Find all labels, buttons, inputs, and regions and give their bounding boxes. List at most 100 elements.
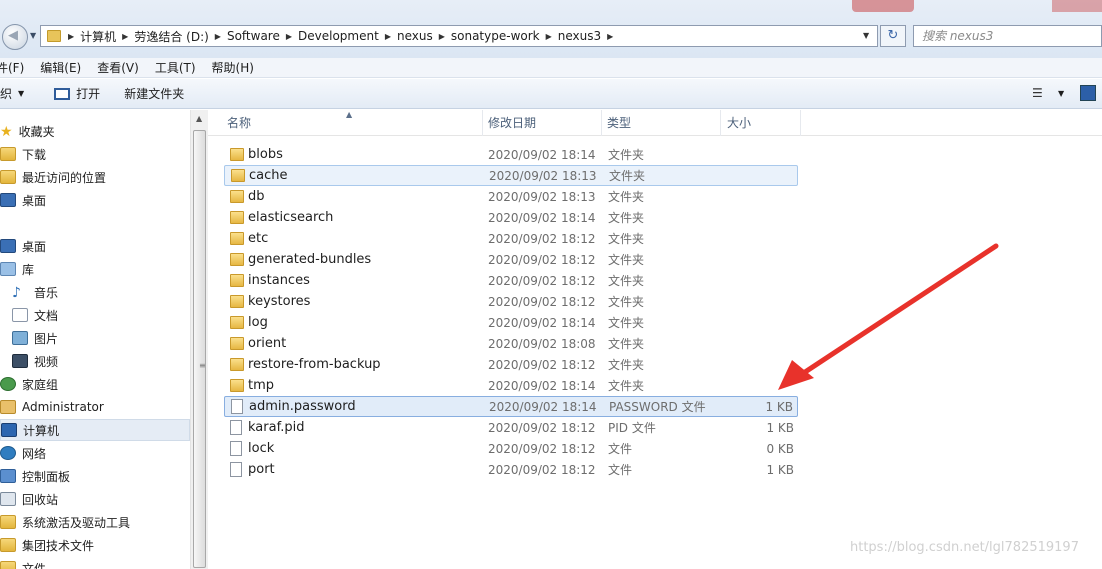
menu-edit[interactable]: 编辑(E) bbox=[40, 59, 81, 76]
annotation-arrow bbox=[778, 243, 999, 390]
breadcrumb-separator-icon[interactable]: ▶ bbox=[385, 32, 391, 41]
file-row-log[interactable]: log 2020/09/02 18:14 文件夹 bbox=[224, 312, 798, 333]
address-dropdown-icon[interactable]: ▼ bbox=[863, 31, 869, 40]
nav-scrollbar[interactable]: ▲ ≡ bbox=[190, 110, 208, 569]
nav-label: 系统激活及驱动工具 bbox=[22, 515, 131, 530]
file-row-tmp[interactable]: tmp 2020/09/02 18:14 文件夹 bbox=[224, 375, 798, 396]
file-row-orient[interactable]: orient 2020/09/02 18:08 文件夹 bbox=[224, 333, 798, 354]
refresh-button[interactable]: ↻ bbox=[880, 25, 906, 47]
folder-icon bbox=[230, 211, 244, 224]
nav-item-activation-tools[interactable]: 系统激活及驱动工具 bbox=[0, 511, 190, 533]
file-row-cache[interactable]: cache 2020/09/02 18:13 文件夹 bbox=[224, 165, 798, 186]
nav-item-videos[interactable]: 视频 bbox=[0, 350, 190, 372]
nav-item-desktop-fav[interactable]: 桌面 bbox=[0, 189, 190, 211]
nav-item-documents[interactable]: 文档 bbox=[0, 304, 190, 326]
menu-tools[interactable]: 工具(T) bbox=[155, 59, 196, 76]
file-row-blobs[interactable]: blobs 2020/09/02 18:14 文件夹 bbox=[224, 144, 798, 165]
file-row-etc[interactable]: etc 2020/09/02 18:12 文件夹 bbox=[224, 228, 798, 249]
breadcrumb-nexus3[interactable]: nexus3 bbox=[558, 29, 601, 43]
nav-item-group-docs[interactable]: 集团技术文件 bbox=[0, 534, 190, 556]
view-dropdown-icon[interactable]: ▼ bbox=[1058, 89, 1064, 98]
address-bar[interactable]: ▶ 计算机 ▶ 劳逸结合 (D:) ▶ Software ▶ Developme… bbox=[40, 25, 878, 47]
menu-view[interactable]: 查看(V) bbox=[97, 59, 139, 76]
breadcrumb-software[interactable]: Software bbox=[227, 29, 280, 43]
breadcrumb-separator-icon[interactable]: ▶ bbox=[68, 32, 74, 41]
organize-button[interactable]: 织 ▼ bbox=[0, 85, 24, 102]
user-folder-icon bbox=[0, 400, 16, 414]
search-input[interactable]: 搜索 nexus3 bbox=[913, 25, 1102, 47]
nav-item-administrator[interactable]: Administrator bbox=[0, 396, 190, 418]
nav-item-desktop[interactable]: 桌面 bbox=[0, 235, 190, 257]
scroll-thumb[interactable]: ≡ bbox=[193, 130, 206, 568]
breadcrumb-development[interactable]: Development bbox=[298, 29, 379, 43]
history-dropdown-icon[interactable]: ▼ bbox=[30, 31, 36, 40]
column-header-date[interactable]: 修改日期 bbox=[482, 110, 602, 136]
nav-item-control-panel[interactable]: 控制面板 bbox=[0, 465, 190, 487]
file-row-elasticsearch[interactable]: elasticsearch 2020/09/02 18:14 文件夹 bbox=[224, 207, 798, 228]
file-type: 文件夹 bbox=[608, 274, 645, 288]
menu-help[interactable]: 帮助(H) bbox=[212, 59, 254, 76]
breadcrumb-separator-icon[interactable]: ▶ bbox=[286, 32, 292, 41]
file-row-restore-from-backup[interactable]: restore-from-backup 2020/09/02 18:12 文件夹 bbox=[224, 354, 798, 375]
command-bar: 织 ▼ 打开 新建文件夹 bbox=[0, 79, 1102, 109]
nav-item-files[interactable]: 文件 bbox=[0, 557, 190, 569]
back-button[interactable]: ◀ bbox=[2, 24, 28, 50]
menu-file[interactable]: 件(F) bbox=[0, 59, 24, 76]
breadcrumb-computer[interactable]: 计算机 bbox=[80, 28, 116, 45]
nav-item-homegroup[interactable]: 家庭组 bbox=[0, 373, 190, 395]
nav-item-libraries[interactable]: 库 bbox=[0, 258, 190, 280]
file-icon bbox=[230, 441, 242, 456]
new-folder-button[interactable]: 新建文件夹 bbox=[124, 85, 184, 102]
file-row-lock[interactable]: lock 2020/09/02 18:12 文件 0 KB bbox=[224, 438, 798, 459]
folder-icon bbox=[230, 232, 244, 245]
file-date: 2020/09/02 18:08 bbox=[488, 336, 596, 351]
nav-label: 控制面板 bbox=[22, 469, 71, 484]
file-name: etc bbox=[248, 231, 269, 246]
file-type: 文件 bbox=[608, 442, 633, 456]
preview-pane-icon[interactable] bbox=[1080, 85, 1096, 101]
column-header-name[interactable]: 名称 bbox=[221, 110, 483, 136]
breadcrumb-separator-icon[interactable]: ▶ bbox=[546, 32, 552, 41]
breadcrumb-separator-icon[interactable]: ▶ bbox=[122, 32, 128, 41]
nav-item-recycle-bin[interactable]: 回收站 bbox=[0, 488, 190, 510]
nav-item-downloads[interactable]: 下载 bbox=[0, 143, 190, 165]
column-header-size[interactable]: 大小 bbox=[721, 110, 801, 136]
file-name: orient bbox=[248, 336, 287, 351]
nav-item-music[interactable]: ♪ 音乐 bbox=[0, 281, 190, 303]
file-name: instances bbox=[248, 273, 310, 288]
folder-icon bbox=[231, 169, 245, 182]
column-header-type[interactable]: 类型 bbox=[601, 110, 721, 136]
breadcrumb-nexus[interactable]: nexus bbox=[397, 29, 433, 43]
file-row-keystores[interactable]: keystores 2020/09/02 18:12 文件夹 bbox=[224, 291, 798, 312]
file-row-karaf-pid[interactable]: karaf.pid 2020/09/02 18:12 PID 文件 1 KB bbox=[224, 417, 798, 438]
breadcrumb-sonatype-work[interactable]: sonatype-work bbox=[451, 29, 540, 43]
close-button-blur[interactable] bbox=[1052, 0, 1102, 12]
breadcrumb-separator-icon[interactable]: ▶ bbox=[215, 32, 221, 41]
folder-icon bbox=[230, 274, 244, 287]
view-options-icon[interactable]: ☰ bbox=[1032, 86, 1043, 100]
nav-label: 桌面 bbox=[22, 193, 47, 208]
breadcrumb-drive-d[interactable]: 劳逸结合 (D:) bbox=[134, 28, 208, 45]
file-row-instances[interactable]: instances 2020/09/02 18:12 文件夹 bbox=[224, 270, 798, 291]
scroll-up-icon[interactable]: ▲ bbox=[196, 114, 202, 123]
file-row-port[interactable]: port 2020/09/02 18:12 文件 1 KB bbox=[224, 459, 798, 480]
nav-item-network[interactable]: 网络 bbox=[0, 442, 190, 464]
nav-item-favorites[interactable]: ★ 收藏夹 bbox=[0, 120, 190, 142]
file-name: generated-bundles bbox=[248, 252, 372, 267]
nav-item-recent-places[interactable]: 最近访问的位置 bbox=[0, 166, 190, 188]
folder-icon bbox=[0, 561, 16, 569]
file-date: 2020/09/02 18:14 bbox=[488, 378, 596, 393]
breadcrumb-separator-icon[interactable]: ▶ bbox=[439, 32, 445, 41]
file-row-generated-bundles[interactable]: generated-bundles 2020/09/02 18:12 文件夹 bbox=[224, 249, 798, 270]
open-button[interactable]: 打开 bbox=[54, 85, 100, 102]
folder-icon bbox=[47, 30, 61, 42]
file-row-admin-password[interactable]: admin.password 2020/09/02 18:14 PASSWORD 文… bbox=[224, 396, 798, 417]
breadcrumb-separator-icon[interactable]: ▶ bbox=[607, 32, 613, 41]
nav-label: 库 bbox=[22, 262, 35, 277]
folder-icon bbox=[230, 337, 244, 350]
nav-item-computer[interactable]: 计算机 bbox=[0, 419, 190, 441]
file-row-db[interactable]: db 2020/09/02 18:13 文件夹 bbox=[224, 186, 798, 207]
watermark: https://blog.csdn.net/lgl782519197 bbox=[850, 540, 1079, 555]
nav-label: 文档 bbox=[34, 308, 59, 323]
nav-item-pictures[interactable]: 图片 bbox=[0, 327, 190, 349]
